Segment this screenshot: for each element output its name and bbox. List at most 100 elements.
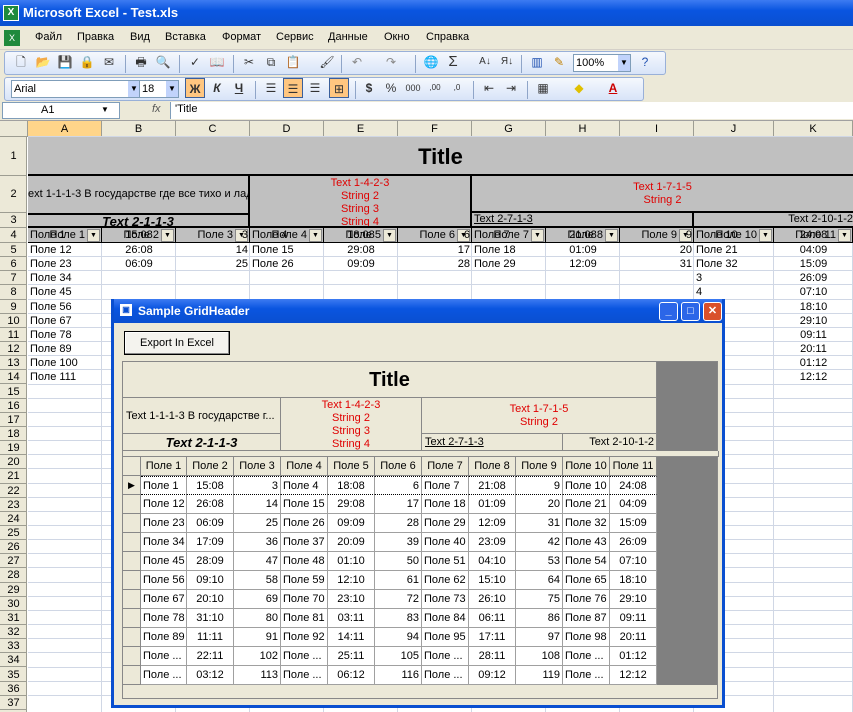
grid-cell[interactable]: 15:09 [610, 514, 657, 533]
copy-icon[interactable]: ⧉ [261, 52, 281, 72]
grid-cell[interactable]: 72 [375, 590, 422, 609]
email-icon[interactable]: ✉ [99, 52, 119, 72]
grid-cell[interactable]: Поле ... [422, 647, 469, 666]
menu-edit[interactable]: Правка [77, 31, 114, 43]
sheet-cell[interactable]: 15:08 [104, 229, 174, 242]
menu-file[interactable]: Файл [35, 31, 62, 43]
chart-wizard-icon[interactable]: ▥ [527, 52, 547, 72]
sheet-cell[interactable]: 20 [622, 244, 692, 257]
grid-cell[interactable]: 06:11 [469, 609, 516, 628]
grid-field-header[interactable]: Поле 3 [234, 457, 281, 476]
fx-icon[interactable]: fx [152, 103, 161, 115]
row-header-32[interactable]: 32 [0, 625, 27, 640]
column-header-j[interactable]: J [694, 121, 774, 137]
sheet-cell[interactable]: 24:08 [776, 229, 851, 242]
grid-cell[interactable]: 07:10 [610, 552, 657, 571]
grid-cell[interactable]: 09:11 [610, 609, 657, 628]
column-header-e[interactable]: E [324, 121, 398, 137]
grid-field-header[interactable]: Поле 9 [516, 457, 563, 476]
grid-cell[interactable]: 17:09 [187, 533, 234, 552]
grid-cell[interactable]: 20:11 [610, 628, 657, 647]
grid-cell[interactable]: Поле 89 [141, 628, 187, 647]
row-header-12[interactable]: 12 [0, 342, 27, 357]
row-header-6[interactable]: 6 [0, 257, 27, 272]
sheet-cell[interactable]: Поле 1 [30, 229, 100, 242]
row-header-14[interactable]: 14 [0, 370, 27, 385]
workbook-icon[interactable]: X [4, 30, 20, 46]
row-header-26[interactable]: 26 [0, 540, 27, 555]
help-icon[interactable]: ? [635, 52, 655, 72]
grid-cell[interactable]: 53 [516, 552, 563, 571]
menu-help[interactable]: Справка [426, 31, 469, 43]
row-header-9[interactable]: 9 [0, 300, 27, 314]
column-header-a[interactable]: A [28, 121, 102, 137]
grid-cell[interactable]: 94 [375, 628, 422, 647]
grid-cell[interactable]: 31:10 [187, 609, 234, 628]
row-header-36[interactable]: 36 [0, 682, 27, 696]
grid-cell[interactable]: 01:10 [328, 552, 375, 571]
row-header-8[interactable]: 8 [0, 285, 27, 300]
grid-cell[interactable]: 69 [234, 590, 281, 609]
row-header-18[interactable]: 18 [0, 427, 27, 442]
grid-cell[interactable]: Поле 43 [563, 533, 610, 552]
grid-cell[interactable]: 20 [516, 495, 563, 514]
grid-cell[interactable]: 28:11 [469, 647, 516, 666]
sheet-cell[interactable]: 15:09 [776, 258, 851, 271]
grid-cell[interactable]: 14 [234, 495, 281, 514]
menu-data[interactable]: Данные [328, 31, 368, 43]
font-color-icon[interactable]: A [603, 78, 623, 98]
sheet-cell[interactable]: 29:08 [326, 244, 396, 257]
sheet-cell[interactable]: 6 [400, 229, 470, 242]
sheet-cell[interactable]: 28 [400, 258, 470, 271]
grid-cell[interactable]: 26:10 [469, 590, 516, 609]
grid-cell[interactable]: 06:09 [187, 514, 234, 533]
drawing-icon[interactable]: ✎ [549, 52, 569, 72]
export-excel-button[interactable]: Export In Excel [124, 331, 230, 355]
column-header-k[interactable]: K [774, 121, 853, 137]
grid-cell[interactable]: 80 [234, 609, 281, 628]
sheet-cell[interactable]: Поле 23 [30, 258, 100, 271]
sheet-cell[interactable]: 04:09 [776, 244, 851, 257]
grid-cell[interactable]: 28:09 [187, 552, 234, 571]
sheet-cell[interactable]: 12:09 [548, 258, 618, 271]
grid-cell[interactable]: Поле 48 [281, 552, 328, 571]
grid-cell[interactable]: 09:09 [328, 514, 375, 533]
zoom-combo[interactable]: 100% ▼ [573, 54, 631, 72]
sheet-cell[interactable]: 20:11 [776, 343, 851, 356]
new-icon[interactable]: 🗋 [11, 52, 31, 72]
grid-cell[interactable]: 75 [516, 590, 563, 609]
grid-cell[interactable]: 04:09 [610, 495, 657, 514]
sheet-cell[interactable]: 01:12 [776, 357, 851, 370]
sheet-cell[interactable]: Поле 4 [252, 229, 322, 242]
sheet-cell[interactable]: 07:10 [776, 286, 851, 299]
grid-cell[interactable]: 26:08 [187, 495, 234, 514]
sort-desc-icon[interactable]: Я↓ [497, 52, 517, 72]
sheet-cell[interactable]: 3 [178, 229, 248, 242]
column-header-f[interactable]: F [398, 121, 472, 137]
grid-cell[interactable]: 58 [234, 571, 281, 590]
row-selector[interactable] [123, 552, 141, 571]
row-header-5[interactable]: 5 [0, 243, 27, 258]
fill-color-icon[interactable]: ◆ [569, 78, 589, 98]
grid-cell[interactable]: 14:11 [328, 628, 375, 647]
row-header-31[interactable]: 31 [0, 611, 27, 626]
font-size-combo[interactable]: 18 ▼ [139, 80, 179, 98]
row-header-10[interactable]: 10 [0, 314, 27, 328]
thousands-button[interactable]: 000 [403, 78, 423, 98]
grid-cell[interactable]: 25 [234, 514, 281, 533]
grid-cell[interactable]: 12:12 [610, 666, 657, 685]
grid-cell[interactable]: Поле 4 [281, 476, 328, 495]
grid-cell[interactable]: 86 [516, 609, 563, 628]
grid-cell[interactable]: 64 [516, 571, 563, 590]
row-header-29[interactable]: 29 [0, 583, 27, 597]
row-selector[interactable] [123, 571, 141, 590]
grid-cell[interactable]: Поле 92 [281, 628, 328, 647]
grid-cell[interactable]: Поле 59 [281, 571, 328, 590]
sheet-cell[interactable]: 14 [178, 244, 248, 257]
sheet-cell[interactable]: 31 [622, 258, 692, 271]
grid-cell[interactable]: Поле 78 [141, 609, 187, 628]
grid-cell[interactable]: 15:10 [469, 571, 516, 590]
grid-cell[interactable]: 29:08 [328, 495, 375, 514]
sheet-cell[interactable]: Поле 32 [696, 258, 772, 271]
grid-cell[interactable]: Поле 87 [563, 609, 610, 628]
